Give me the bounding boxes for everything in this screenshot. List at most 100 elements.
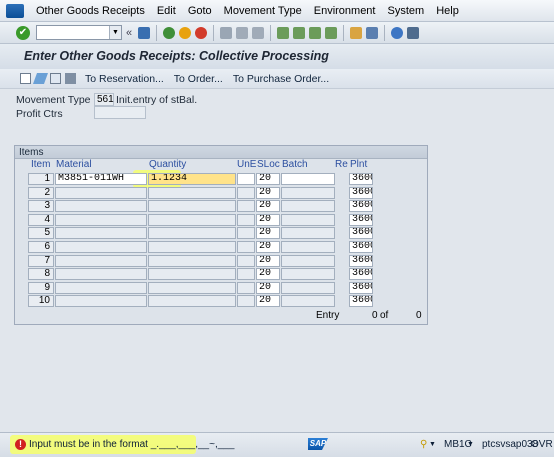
save-icon[interactable] (138, 26, 151, 39)
storage-location-input[interactable]: 20 (256, 186, 280, 199)
material-input[interactable] (55, 200, 147, 213)
unit-input[interactable] (237, 213, 255, 226)
storage-location-input[interactable]: 20 (256, 173, 280, 185)
back-icon[interactable] (163, 26, 176, 39)
storage-location-input[interactable]: 20 (256, 268, 280, 281)
chevron-down-icon[interactable]: ▼ (109, 26, 121, 39)
shortcut-icon[interactable] (366, 26, 379, 39)
storage-location-input[interactable]: 20 (256, 295, 280, 308)
quantity-input[interactable] (148, 227, 236, 240)
status-chevron-icon[interactable]: ▼ (429, 441, 436, 448)
plant-input[interactable]: 3600 (349, 213, 373, 226)
to-reservation-button[interactable]: To Reservation... (80, 73, 169, 85)
quantity-input[interactable] (148, 186, 236, 199)
material-input[interactable] (55, 295, 147, 308)
material-input[interactable] (55, 268, 147, 281)
command-field[interactable]: ▼ (36, 25, 122, 40)
unit-input[interactable] (237, 186, 255, 199)
storage-location-input[interactable]: 20 (256, 227, 280, 240)
column-header-plnt[interactable]: Plnt (350, 159, 367, 170)
exit-icon[interactable] (179, 26, 192, 39)
column-header-material[interactable]: Material (56, 159, 92, 170)
quantity-input[interactable] (148, 254, 236, 267)
plant-input[interactable]: 3600 (349, 200, 373, 213)
unit-input[interactable] (237, 227, 255, 240)
menu-other-goods-receipts[interactable]: Other Goods Receipts (30, 0, 151, 22)
column-header-une[interactable]: UnE (237, 159, 256, 170)
to-purchase-order-button[interactable]: To Purchase Order... (228, 73, 334, 85)
history-back-icon[interactable]: « (126, 27, 132, 39)
menu-environment[interactable]: Environment (308, 0, 382, 22)
new-session-icon[interactable] (350, 26, 363, 39)
material-input[interactable] (55, 186, 147, 199)
unit-input[interactable] (237, 200, 255, 213)
unit-input[interactable] (237, 295, 255, 308)
storage-location-input[interactable]: 20 (256, 213, 280, 226)
plant-input[interactable]: 3600 (349, 281, 373, 294)
new-document-icon[interactable] (20, 73, 31, 84)
edit-pencil-icon[interactable] (32, 73, 49, 84)
quantity-input[interactable] (148, 281, 236, 294)
cancel-icon[interactable] (195, 26, 208, 39)
batch-input[interactable] (281, 200, 335, 213)
plant-input[interactable]: 3600 (349, 295, 373, 308)
quantity-input[interactable] (148, 268, 236, 281)
batch-input[interactable] (281, 186, 335, 199)
material-input[interactable]: M3851-011WH (55, 173, 147, 185)
quantity-input[interactable] (148, 213, 236, 226)
first-page-icon[interactable] (277, 26, 290, 39)
command-input[interactable] (37, 26, 109, 39)
material-input[interactable] (55, 254, 147, 267)
material-input[interactable] (55, 213, 147, 226)
quantity-input[interactable]: 1.1234 (148, 173, 236, 185)
status-mode[interactable]: OVR (531, 439, 553, 450)
unit-input[interactable] (237, 281, 255, 294)
enter-checkmark-icon[interactable]: ✔ (16, 25, 30, 40)
profit-ctr-field[interactable] (94, 106, 146, 119)
movement-type-field[interactable]: 561 (94, 93, 114, 106)
quantity-input[interactable] (148, 200, 236, 213)
help-icon[interactable] (391, 26, 404, 39)
material-input[interactable] (55, 240, 147, 253)
to-order-button[interactable]: To Order... (169, 73, 228, 85)
plant-input[interactable]: 3600 (349, 173, 373, 185)
batch-input[interactable] (281, 254, 335, 267)
unit-input[interactable] (237, 173, 255, 185)
column-header-batch[interactable]: Batch (282, 159, 308, 170)
plant-input[interactable]: 3600 (349, 240, 373, 253)
column-header-item[interactable]: Item (31, 159, 50, 170)
status-info-icon[interactable]: ⚲ (420, 439, 427, 450)
display-icon[interactable] (50, 73, 61, 84)
storage-location-input[interactable]: 20 (256, 200, 280, 213)
material-input[interactable] (55, 281, 147, 294)
find-icon[interactable] (236, 26, 249, 39)
previous-page-icon[interactable] (293, 26, 306, 39)
menu-movement-type[interactable]: Movement Type (218, 0, 308, 22)
storage-location-input[interactable]: 20 (256, 281, 280, 294)
menu-edit[interactable]: Edit (151, 0, 182, 22)
plant-input[interactable]: 3600 (349, 186, 373, 199)
storage-location-input[interactable]: 20 (256, 254, 280, 267)
next-page-icon[interactable] (309, 26, 322, 39)
menu-system[interactable]: System (382, 0, 431, 22)
menu-help[interactable]: Help (430, 0, 465, 22)
layout-menu-icon[interactable] (407, 26, 420, 39)
batch-input[interactable] (281, 240, 335, 253)
client-dropdown-icon[interactable]: ▼ (467, 441, 474, 448)
plant-input[interactable]: 3600 (349, 254, 373, 267)
batch-input[interactable] (281, 268, 335, 281)
find-next-icon[interactable] (252, 26, 265, 39)
print-icon[interactable] (220, 26, 233, 39)
unit-input[interactable] (237, 240, 255, 253)
batch-input[interactable] (281, 227, 335, 240)
batch-input[interactable] (281, 281, 335, 294)
batch-input[interactable] (281, 213, 335, 226)
column-header-re[interactable]: Re (335, 159, 348, 170)
material-input[interactable] (55, 227, 147, 240)
batch-input[interactable] (281, 173, 335, 185)
quantity-input[interactable] (148, 240, 236, 253)
plant-input[interactable]: 3600 (349, 227, 373, 240)
status-message[interactable]: Input must be in the format _.___,___,__… (29, 439, 234, 450)
print-preview-icon[interactable] (65, 73, 76, 84)
storage-location-input[interactable]: 20 (256, 240, 280, 253)
